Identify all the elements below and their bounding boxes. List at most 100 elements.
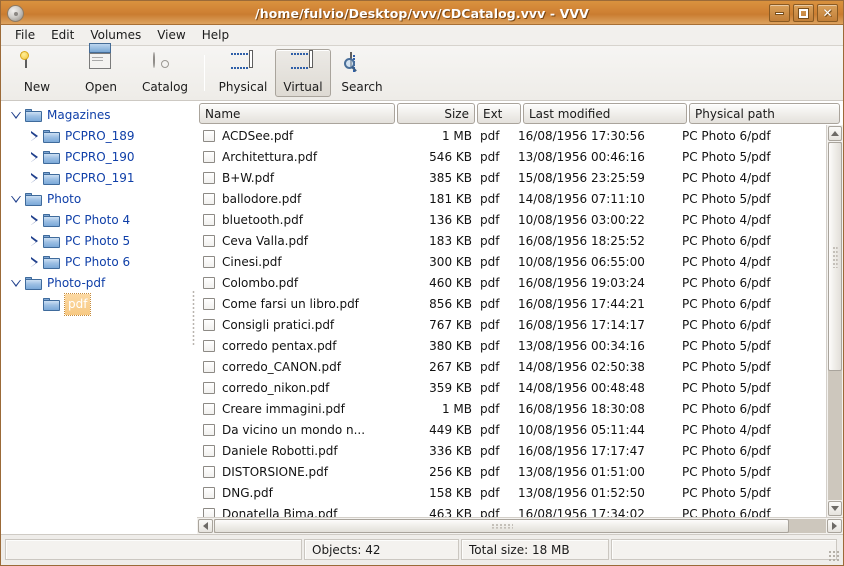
vertical-scroll-track[interactable] xyxy=(828,142,842,500)
row-checkbox[interactable] xyxy=(203,171,215,184)
horizontal-scrollbar[interactable] xyxy=(197,517,843,534)
volume-tree[interactable]: Magazines PCPRO_189 PCPRO_190 PCPRO_191 Phot… xyxy=(1,101,191,534)
tree-node[interactable]: Photo xyxy=(1,189,191,210)
table-row[interactable]: DNG.pdf 158 KB pdf 13/08/1956 01:52:50 PC Ph… xyxy=(197,482,826,503)
table-row[interactable]: corredo pentax.pdf 380 KB pdf 13/08/1956 00… xyxy=(197,335,826,356)
table-row[interactable]: Consigli pratici.pdf 767 KB pdf 16/08/1956 … xyxy=(197,314,826,335)
row-checkbox[interactable] xyxy=(203,423,215,436)
chevron-right-icon[interactable] xyxy=(25,257,43,268)
toolbar-button-virtual[interactable]: Virtual xyxy=(275,49,331,97)
toolbar-button-open[interactable]: Open xyxy=(70,42,132,97)
row-checkbox[interactable] xyxy=(203,402,215,415)
table-row[interactable]: bluetooth.pdf 136 KB pdf 10/08/1956 03:00:2… xyxy=(197,209,826,230)
cell-path: PC Photo 5/pdf xyxy=(682,338,771,353)
table-row[interactable]: B+W.pdf 385 KB pdf 15/08/1956 23:25:59 PC Ph… xyxy=(197,167,826,188)
chevron-right-icon[interactable] xyxy=(25,152,43,163)
menu-item-file[interactable]: File xyxy=(7,26,43,45)
scroll-up-button[interactable] xyxy=(828,126,842,141)
row-checkbox[interactable] xyxy=(203,360,215,373)
title-bar[interactable]: /home/fulvio/Desktop/vvv/CDCatalog.vvv -… xyxy=(1,1,843,25)
row-checkbox[interactable] xyxy=(203,129,215,142)
tree-node[interactable]: PC Photo 6 xyxy=(1,252,191,273)
tree-node[interactable]: PCPRO_189 xyxy=(1,126,191,147)
toolbar-button-search[interactable]: Search xyxy=(333,49,391,97)
vertical-scroll-thumb[interactable] xyxy=(828,142,842,372)
menu-item-view[interactable]: View xyxy=(149,26,193,45)
table-row[interactable]: Donatella Bima.pdf 463 KB pdf 16/08/1956 17… xyxy=(197,503,826,517)
chevron-down-icon[interactable] xyxy=(7,196,25,203)
cell-path: PC Photo 6/pdf xyxy=(682,233,771,248)
row-checkbox[interactable] xyxy=(203,255,215,268)
column-header-size[interactable]: Size xyxy=(397,103,475,124)
row-checkbox[interactable] xyxy=(203,444,215,457)
menu-item-help[interactable]: Help xyxy=(194,26,237,45)
table-row[interactable]: Architettura.pdf 546 KB pdf 13/08/1956 00:4… xyxy=(197,146,826,167)
tree-node[interactable]: Photo-pdf xyxy=(1,273,191,294)
cell-path: PC Photo 5/pdf xyxy=(682,149,771,164)
scroll-down-button[interactable] xyxy=(828,501,842,516)
row-checkbox[interactable] xyxy=(203,192,215,205)
row-checkbox[interactable] xyxy=(203,381,215,394)
cell-name: Donatella Bima.pdf xyxy=(222,506,338,518)
table-row[interactable]: Colombo.pdf 460 KB pdf 16/08/1956 19:03:24 P… xyxy=(197,272,826,293)
table-row[interactable]: DISTORSIONE.pdf 256 KB pdf 13/08/1956 01:51… xyxy=(197,461,826,482)
row-checkbox[interactable] xyxy=(203,276,215,289)
row-checkbox[interactable] xyxy=(203,213,215,226)
chevron-right-icon[interactable] xyxy=(25,131,43,142)
row-checkbox[interactable] xyxy=(203,507,215,517)
pane-splitter[interactable] xyxy=(191,101,197,534)
chevron-right-icon[interactable] xyxy=(25,173,43,184)
toolbar-button-new[interactable]: New xyxy=(6,49,68,97)
column-header-physical-path[interactable]: Physical path xyxy=(689,103,840,124)
row-checkbox[interactable] xyxy=(203,465,215,478)
table-row[interactable]: corredo_CANON.pdf 267 KB pdf 14/08/1956 02:… xyxy=(197,356,826,377)
column-header-last-modified[interactable]: Last modified xyxy=(523,103,687,124)
toolbar-separator xyxy=(204,55,205,91)
tree-node[interactable]: PC Photo 4 xyxy=(1,210,191,231)
table-row[interactable]: ACDSee.pdf 1 MB pdf 16/08/1956 17:30:56 PC P… xyxy=(197,125,826,146)
minimize-button[interactable] xyxy=(769,4,790,22)
table-row[interactable]: Cinesi.pdf 300 KB pdf 10/08/1956 06:55:00 PC… xyxy=(197,251,826,272)
scroll-left-button[interactable] xyxy=(198,519,213,533)
horizontal-scroll-track[interactable] xyxy=(214,519,826,533)
scroll-right-button[interactable] xyxy=(827,519,842,533)
horizontal-scroll-thumb[interactable] xyxy=(214,519,790,533)
table-row[interactable]: Da vicino un mondo n... 449 KB pdf 10/08/19… xyxy=(197,419,826,440)
row-checkbox[interactable] xyxy=(203,150,215,163)
table-row[interactable]: Ceva Valla.pdf 183 KB pdf 16/08/1956 18:25:… xyxy=(197,230,826,251)
column-header-name[interactable]: Name xyxy=(199,103,395,124)
cell-name: Come farsi un libro.pdf xyxy=(222,296,359,311)
tree-node[interactable]: PCPRO_190 xyxy=(1,147,191,168)
column-header-ext[interactable]: Ext xyxy=(477,103,521,124)
row-checkbox[interactable] xyxy=(203,318,215,331)
row-checkbox[interactable] xyxy=(203,234,215,247)
menu-item-edit[interactable]: Edit xyxy=(43,26,82,45)
chevron-down-icon[interactable] xyxy=(7,280,25,287)
row-checkbox[interactable] xyxy=(203,339,215,352)
row-checkbox[interactable] xyxy=(203,297,215,310)
vertical-scrollbar[interactable] xyxy=(826,125,843,517)
close-button[interactable]: ✕ xyxy=(817,4,838,22)
maximize-button[interactable] xyxy=(793,4,814,22)
toolbar-button-catalog[interactable]: Catalog xyxy=(134,49,196,97)
resize-grip-icon[interactable] xyxy=(828,550,840,562)
chevron-right-icon[interactable] xyxy=(25,215,43,226)
chevron-down-icon[interactable] xyxy=(7,112,25,119)
table-row[interactable]: Daniele Robotti.pdf 336 KB pdf 16/08/1956 1… xyxy=(197,440,826,461)
table-row[interactable]: ballodore.pdf 181 KB pdf 14/08/1956 07:11:1… xyxy=(197,188,826,209)
table-row[interactable]: Creare immagini.pdf 1 MB pdf 16/08/1956 18:… xyxy=(197,398,826,419)
chevron-right-icon[interactable] xyxy=(25,236,43,247)
tree-node[interactable]: pdf xyxy=(1,293,191,316)
cell-name: Cinesi.pdf xyxy=(222,254,282,269)
tree-node-label: Photo xyxy=(47,192,82,206)
list-page-icon xyxy=(231,49,255,77)
table-row[interactable]: Come farsi un libro.pdf 856 KB pdf 16/08/19… xyxy=(197,293,826,314)
row-checkbox[interactable] xyxy=(203,486,215,499)
cd-disc-icon[interactable] xyxy=(7,4,24,22)
file-rows[interactable]: ACDSee.pdf 1 MB pdf 16/08/1956 17:30:56 PC P… xyxy=(197,125,826,517)
toolbar-button-physical[interactable]: Physical xyxy=(213,49,273,97)
tree-node[interactable]: PCPRO_191 xyxy=(1,168,191,189)
table-row[interactable]: corredo_nikon.pdf 359 KB pdf 14/08/1956 00:… xyxy=(197,377,826,398)
tree-node[interactable]: PC Photo 5 xyxy=(1,231,191,252)
tree-node[interactable]: Magazines xyxy=(1,105,191,126)
